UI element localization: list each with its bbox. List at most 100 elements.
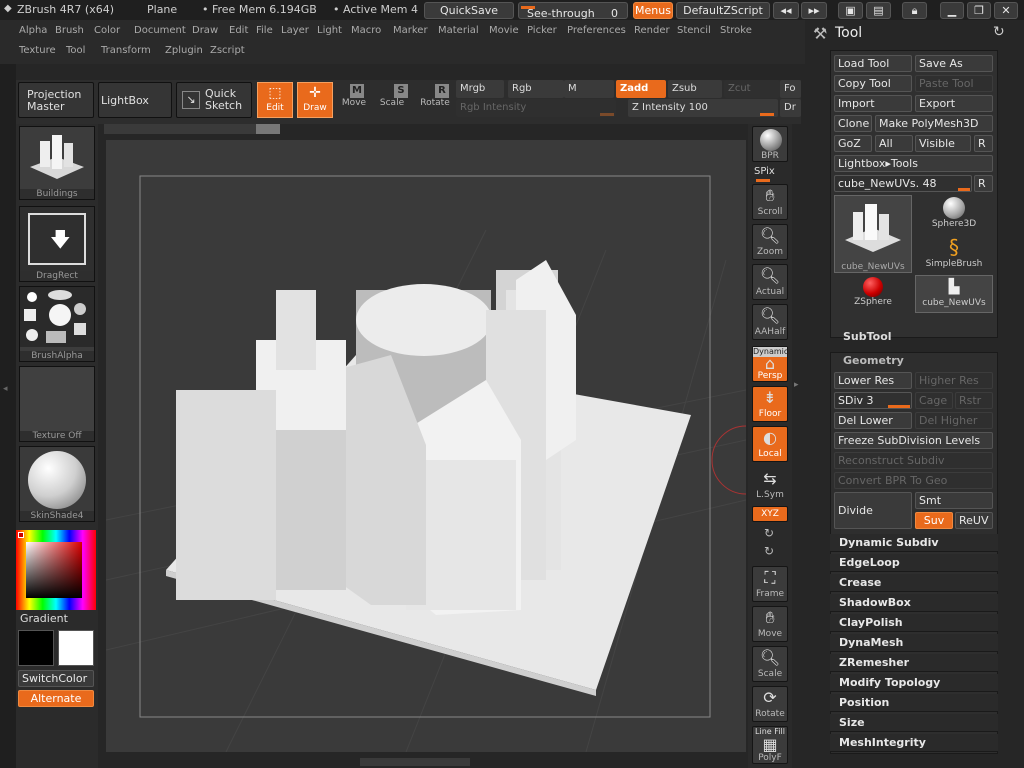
gradient-label[interactable]: Gradient (20, 612, 68, 625)
rotate-view-button[interactable]: ⟳ Rotate (752, 686, 788, 722)
menu-material[interactable]: Material (438, 25, 479, 36)
restore-icon[interactable]: ❐ (967, 2, 991, 19)
tool-thumb-cube-newuvs-2[interactable]: ▙ cube_NewUVs (915, 275, 993, 313)
goz-button[interactable]: GoZ (834, 135, 872, 152)
draw-mode-button[interactable]: ✛ Draw (297, 82, 333, 118)
edgeloop-section[interactable]: EdgeLoop (830, 554, 998, 572)
scale-view-button[interactable]: 🔍︎ Scale (752, 646, 788, 682)
menu-zscript[interactable]: Zscript (210, 45, 245, 56)
menu-zplugin[interactable]: Zplugin (165, 45, 203, 56)
menu-macro[interactable]: Macro (351, 25, 381, 36)
higher-res-button[interactable]: Higher Res (915, 372, 993, 389)
refresh-icon[interactable]: ↻ (993, 24, 1005, 40)
move-view-button[interactable]: ✋︎ Move (752, 606, 788, 642)
zoom-button[interactable]: 🔍︎ Zoom (752, 224, 788, 260)
close-icon[interactable]: ✕ (994, 2, 1018, 19)
visible-button[interactable]: Visible (915, 135, 971, 152)
menu-transform[interactable]: Transform (101, 45, 151, 56)
rotate-y-icon[interactable]: ↻ (764, 526, 774, 540)
menus-toggle[interactable]: Menus (633, 2, 673, 19)
spix-slider[interactable]: SPix (754, 166, 775, 177)
focal-shift-slider[interactable]: Fo (780, 80, 801, 98)
del-higher-button[interactable]: Del Higher (915, 412, 993, 429)
all-button[interactable]: All (875, 135, 913, 152)
menu-color[interactable]: Color (94, 25, 120, 36)
lightbox-button[interactable]: LightBox (98, 82, 172, 118)
xyz-button[interactable]: XYZ (752, 506, 788, 522)
import-button[interactable]: Import (834, 95, 912, 112)
persp-button[interactable]: Dynamic ⌂ Persp (752, 346, 788, 382)
switchcolor-button[interactable]: SwitchColor (18, 670, 94, 687)
z-intensity-slider[interactable]: Z Intensity 100 (628, 99, 778, 117)
minimize-icon[interactable]: ▁ (940, 2, 964, 19)
meshintegrity-section[interactable]: MeshIntegrity (830, 734, 998, 752)
zremesher-section[interactable]: ZRemesher (830, 654, 998, 672)
tool-thumb-sphere3d[interactable]: Sphere3D (915, 195, 993, 233)
lower-res-button[interactable]: Lower Res (834, 372, 912, 389)
menu-alpha[interactable]: Alpha (19, 25, 47, 36)
color-picker[interactable] (16, 530, 96, 610)
export-button[interactable]: Export (915, 95, 993, 112)
alternate-button[interactable]: Alternate (18, 690, 94, 707)
m-button[interactable]: M (564, 80, 614, 98)
tool-r-button[interactable]: R (974, 175, 993, 192)
shadowbox-section[interactable]: ShadowBox (830, 594, 998, 612)
mrgb-button[interactable]: Mrgb (456, 80, 504, 98)
modify-topology-section[interactable]: Modify Topology (830, 674, 998, 692)
menu-document[interactable]: Document (134, 25, 186, 36)
menu-layer[interactable]: Layer (281, 25, 309, 36)
lightbox-tools-button[interactable]: Lightbox▸Tools (834, 155, 993, 172)
divide-button[interactable]: Divide (834, 492, 912, 529)
tray-right-arrow-icon[interactable]: ▸ (794, 380, 802, 400)
floor-button[interactable]: ⇟ Floor (752, 386, 788, 422)
edit-mode-button[interactable]: ⬚ Edit (257, 82, 293, 118)
reuv-button[interactable]: ReUV (955, 512, 993, 529)
cage-button[interactable]: Cage (915, 392, 953, 409)
menu-marker[interactable]: Marker (393, 25, 428, 36)
menu-light[interactable]: Light (317, 25, 342, 36)
rotate-z-icon[interactable]: ↻ (764, 544, 774, 558)
layout-alt-icon[interactable]: ▤ (866, 2, 891, 19)
position-section[interactable]: Position (830, 694, 998, 712)
claypolish-section[interactable]: ClayPolish (830, 614, 998, 632)
convert-bpr-button[interactable]: Convert BPR To Geo (834, 472, 993, 489)
aahalf-button[interactable]: 🔍︎ AAHalf (752, 304, 788, 340)
frame-button[interactable]: ⛶ Frame (752, 566, 788, 602)
arrows-left-icon[interactable]: ◂◂ (773, 2, 799, 19)
crease-section[interactable]: Crease (830, 574, 998, 592)
goz-r-button[interactable]: R (974, 135, 993, 152)
bpr-button[interactable]: BPR (752, 126, 788, 162)
geometry-section[interactable]: Geometry (843, 354, 904, 367)
freeze-subdivision-button[interactable]: Freeze SubDivision Levels (834, 432, 993, 449)
tool-thumb-simplebrush[interactable]: § SimpleBrush (915, 235, 993, 273)
menu-tool[interactable]: Tool (66, 45, 85, 56)
brush-alpha-thumb[interactable]: BrushAlpha (19, 286, 95, 362)
material-skinshade-thumb[interactable]: SkinShade4 (19, 446, 95, 522)
material-buildings-thumb[interactable]: Buildings (19, 126, 95, 200)
paste-tool-button[interactable]: Paste Tool (915, 75, 993, 92)
tray-left-arrow-icon[interactable]: ◂ (3, 384, 8, 394)
dynamesh-section[interactable]: DynaMesh (830, 634, 998, 652)
layout-icon[interactable]: ▣ (838, 2, 863, 19)
smt-button[interactable]: Smt (915, 492, 993, 509)
rgb-intensity-slider[interactable]: Rgb Intensity (456, 99, 616, 117)
quick-sketch-button[interactable]: ↘ Quick Sketch (176, 82, 252, 118)
menu-draw[interactable]: Draw (192, 25, 218, 36)
zcut-button[interactable]: Zcut (724, 80, 780, 98)
size-section[interactable]: Size (830, 714, 998, 732)
zsub-button[interactable]: Zsub (668, 80, 722, 98)
primary-color-swatch[interactable] (18, 630, 54, 666)
dynamic-subdiv-section[interactable]: Dynamic Subdiv (830, 534, 998, 552)
menu-edit[interactable]: Edit (229, 25, 248, 36)
actual-button[interactable]: 🔍︎ Actual (752, 264, 788, 300)
menu-texture[interactable]: Texture (19, 45, 56, 56)
move-mode-button[interactable]: M Move (338, 84, 370, 108)
viewport-canvas[interactable] (105, 140, 781, 753)
tool-thumb-zsphere[interactable]: ZSphere (834, 275, 912, 313)
polyf-button[interactable]: Line Fill ▦ PolyF (752, 726, 788, 764)
menu-file[interactable]: File (256, 25, 273, 36)
suv-button[interactable]: Suv (915, 512, 953, 529)
current-tool-slider[interactable]: cube_NewUVs. 48 (834, 175, 972, 192)
del-lower-button[interactable]: Del Lower (834, 412, 912, 429)
menu-render[interactable]: Render (634, 25, 670, 36)
